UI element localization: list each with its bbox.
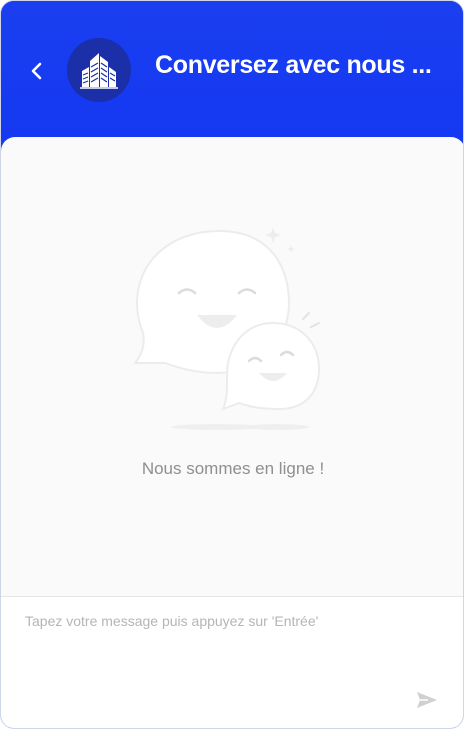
back-button[interactable]	[23, 55, 51, 87]
send-button[interactable]	[415, 689, 439, 711]
chat-widget: Conversez avec nous ... Nous sommes en l…	[0, 0, 464, 729]
chat-header: Conversez avec nous ...	[1, 1, 463, 141]
message-composer	[1, 596, 463, 728]
chat-bubbles-illustration	[132, 227, 321, 430]
send-icon	[417, 692, 437, 708]
buildings-logo-icon	[80, 53, 118, 89]
message-input[interactable]	[23, 607, 327, 671]
chevron-left-icon	[31, 62, 42, 80]
chat-body: Nous sommes en ligne !	[1, 137, 463, 728]
chat-title: Conversez avec nous ...	[155, 51, 432, 79]
company-logo	[67, 38, 131, 102]
online-status-text: Nous sommes en ligne !	[141, 459, 325, 478]
